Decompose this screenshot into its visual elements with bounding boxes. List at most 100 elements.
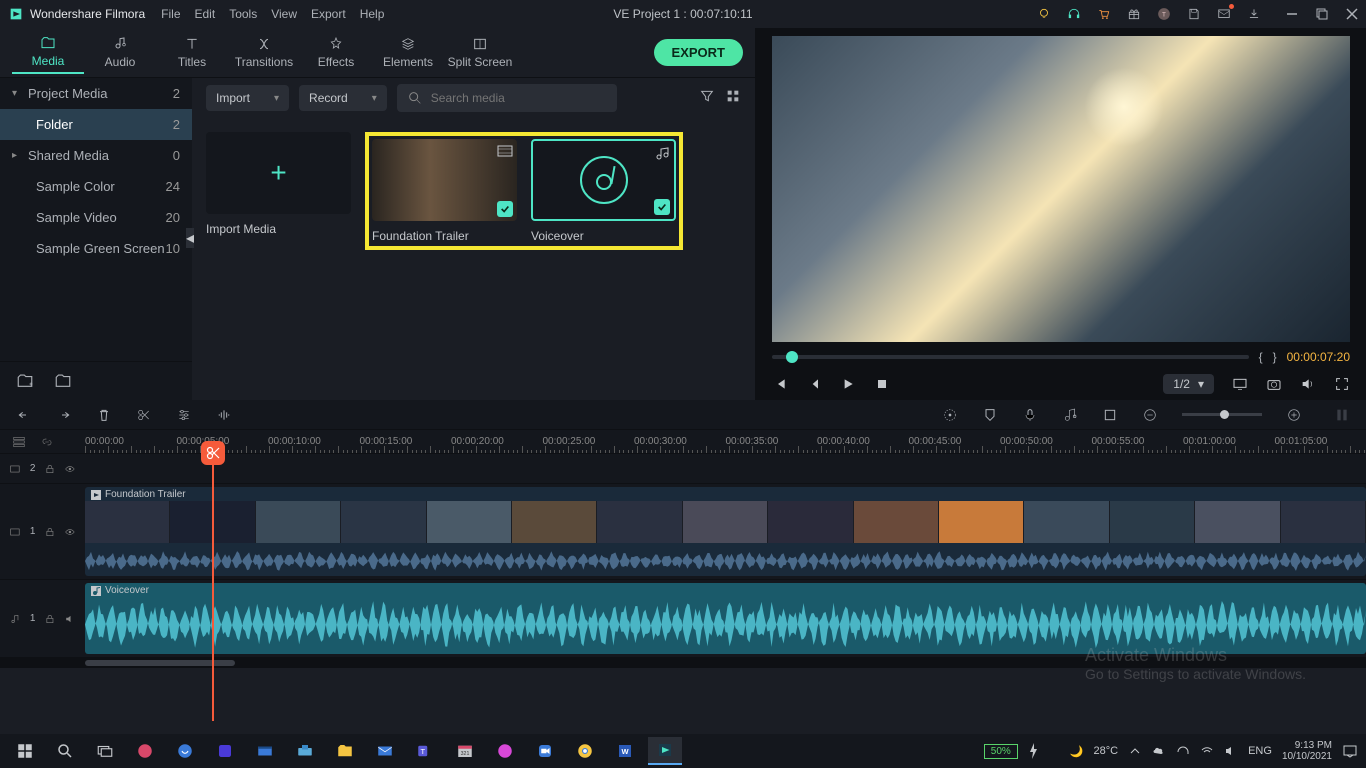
fullscreen-icon[interactable] xyxy=(1334,376,1350,392)
adjust-icon[interactable] xyxy=(176,407,192,423)
tab-elements[interactable]: Elements xyxy=(372,32,444,73)
redo-icon[interactable] xyxy=(56,407,72,423)
mark-in-icon[interactable]: { xyxy=(1259,350,1263,364)
folder-icon[interactable] xyxy=(54,372,72,390)
maximize-button[interactable] xyxy=(1316,8,1328,20)
tray-up-icon[interactable] xyxy=(1128,744,1142,758)
sidebar-item-sample-video[interactable]: Sample Video20 xyxy=(0,202,192,233)
page-selector[interactable]: 1/2▾ xyxy=(1163,374,1214,394)
onedrive-icon[interactable] xyxy=(1152,744,1166,758)
mixer-music-icon[interactable] xyxy=(1062,407,1078,423)
record-vo-icon[interactable] xyxy=(1022,407,1038,423)
volume-icon[interactable] xyxy=(1300,376,1316,392)
sound-icon[interactable] xyxy=(1224,744,1238,758)
timeline-hscroll[interactable] xyxy=(0,658,1366,668)
import-dropdown[interactable]: Import▾ xyxy=(206,85,289,111)
marker-shield-icon[interactable] xyxy=(982,407,998,423)
undo-icon[interactable] xyxy=(16,407,32,423)
minimize-button[interactable] xyxy=(1286,8,1298,20)
delete-icon[interactable] xyxy=(96,407,112,423)
menu-file[interactable]: File xyxy=(161,7,180,21)
tab-effects[interactable]: Effects xyxy=(300,32,372,73)
app-icon-5[interactable] xyxy=(288,737,322,765)
speaker-icon[interactable] xyxy=(65,613,75,625)
menu-export[interactable]: Export xyxy=(311,7,346,21)
export-button[interactable]: EXPORT xyxy=(654,39,743,66)
teams-icon[interactable]: T xyxy=(408,737,442,765)
lang-indicator[interactable]: ENG xyxy=(1248,745,1272,757)
timeline-settings-icon[interactable] xyxy=(1334,407,1350,423)
headset-icon[interactable] xyxy=(1066,6,1082,22)
eye-icon[interactable] xyxy=(65,463,75,475)
preview-canvas[interactable] xyxy=(772,36,1350,342)
audio-clip[interactable]: Voiceover xyxy=(85,583,1366,654)
sidebar-item-project-media[interactable]: ▾Project Media2 xyxy=(0,78,192,109)
play-icon[interactable] xyxy=(840,376,856,392)
prev-frame-icon[interactable] xyxy=(772,376,788,392)
wifi-icon[interactable] xyxy=(1200,744,1214,758)
message-icon[interactable] xyxy=(1216,6,1232,22)
sidebar-collapse-handle[interactable]: ◂ xyxy=(186,228,194,248)
search-taskbar-icon[interactable] xyxy=(48,737,82,765)
grid-view-icon[interactable] xyxy=(725,88,741,109)
clock[interactable]: 9:13 PM10/10/2021 xyxy=(1282,740,1332,762)
tab-transitions[interactable]: Transitions xyxy=(228,32,300,73)
sidebar-item-shared-media[interactable]: ▸Shared Media0 xyxy=(0,140,192,171)
start-icon[interactable] xyxy=(8,737,42,765)
download-icon[interactable] xyxy=(1246,6,1262,22)
app-icon-3[interactable] xyxy=(208,737,242,765)
link-icon[interactable] xyxy=(40,435,54,449)
step-back-icon[interactable] xyxy=(806,376,822,392)
user-avatar-icon[interactable]: T xyxy=(1156,6,1172,22)
lock-icon[interactable] xyxy=(45,613,55,625)
snapshot-icon[interactable] xyxy=(1266,376,1282,392)
cart-icon[interactable] xyxy=(1096,6,1112,22)
filmora-taskbar-icon[interactable] xyxy=(648,737,682,765)
media-thumb-voiceover[interactable]: Voiceover xyxy=(531,139,676,243)
import-media-tile[interactable]: + Import Media xyxy=(206,132,351,250)
sidebar-item-sample-green[interactable]: Sample Green Screen10 xyxy=(0,233,192,264)
app-icon-2[interactable] xyxy=(168,737,202,765)
zoom-out-icon[interactable] xyxy=(1142,407,1158,423)
chrome-icon[interactable] xyxy=(568,737,602,765)
eye-icon[interactable] xyxy=(65,526,75,538)
tab-media[interactable]: Media xyxy=(12,31,84,74)
track-manager-icon[interactable] xyxy=(12,435,26,449)
tab-titles[interactable]: Titles xyxy=(156,32,228,73)
battery-indicator[interactable]: 50% xyxy=(984,744,1018,759)
notifications-icon[interactable] xyxy=(1342,743,1358,759)
audio-wave-icon[interactable] xyxy=(216,407,232,423)
zoom-in-icon[interactable] xyxy=(1286,407,1302,423)
taskview-icon[interactable] xyxy=(88,737,122,765)
sidebar-item-sample-color[interactable]: Sample Color24 xyxy=(0,171,192,202)
menu-tools[interactable]: Tools xyxy=(229,7,257,21)
split-icon[interactable] xyxy=(136,407,152,423)
menu-help[interactable]: Help xyxy=(360,7,385,21)
tab-split-screen[interactable]: Split Screen xyxy=(444,32,516,73)
word-icon[interactable]: W xyxy=(608,737,642,765)
lock-icon[interactable] xyxy=(45,463,55,475)
search-input[interactable] xyxy=(397,84,617,112)
scrub-bar[interactable] xyxy=(772,355,1249,359)
weather-temp[interactable]: 28°C xyxy=(1094,745,1119,757)
bluetooth-icon[interactable] xyxy=(1176,744,1190,758)
app-icon-4[interactable] xyxy=(248,737,282,765)
menu-edit[interactable]: Edit xyxy=(195,7,216,21)
record-dropdown[interactable]: Record▾ xyxy=(299,85,387,111)
stop-icon[interactable] xyxy=(874,376,890,392)
playhead[interactable] xyxy=(212,441,214,721)
new-folder-icon[interactable] xyxy=(16,372,34,390)
messenger-icon[interactable] xyxy=(488,737,522,765)
marker-icon[interactable] xyxy=(1102,407,1118,423)
gift-icon[interactable] xyxy=(1126,6,1142,22)
media-thumb-trailer[interactable]: Foundation Trailer xyxy=(372,139,517,243)
sidebar-item-folder[interactable]: Folder2 xyxy=(0,109,192,140)
filter-icon[interactable] xyxy=(699,88,715,109)
app-icon-1[interactable] xyxy=(128,737,162,765)
lightbulb-icon[interactable] xyxy=(1036,6,1052,22)
lock-icon[interactable] xyxy=(45,526,55,538)
video-clip[interactable]: Foundation Trailer xyxy=(85,487,1366,576)
mark-out-icon[interactable]: } xyxy=(1273,350,1277,364)
zoom-icon[interactable] xyxy=(528,737,562,765)
render-icon[interactable] xyxy=(942,407,958,423)
